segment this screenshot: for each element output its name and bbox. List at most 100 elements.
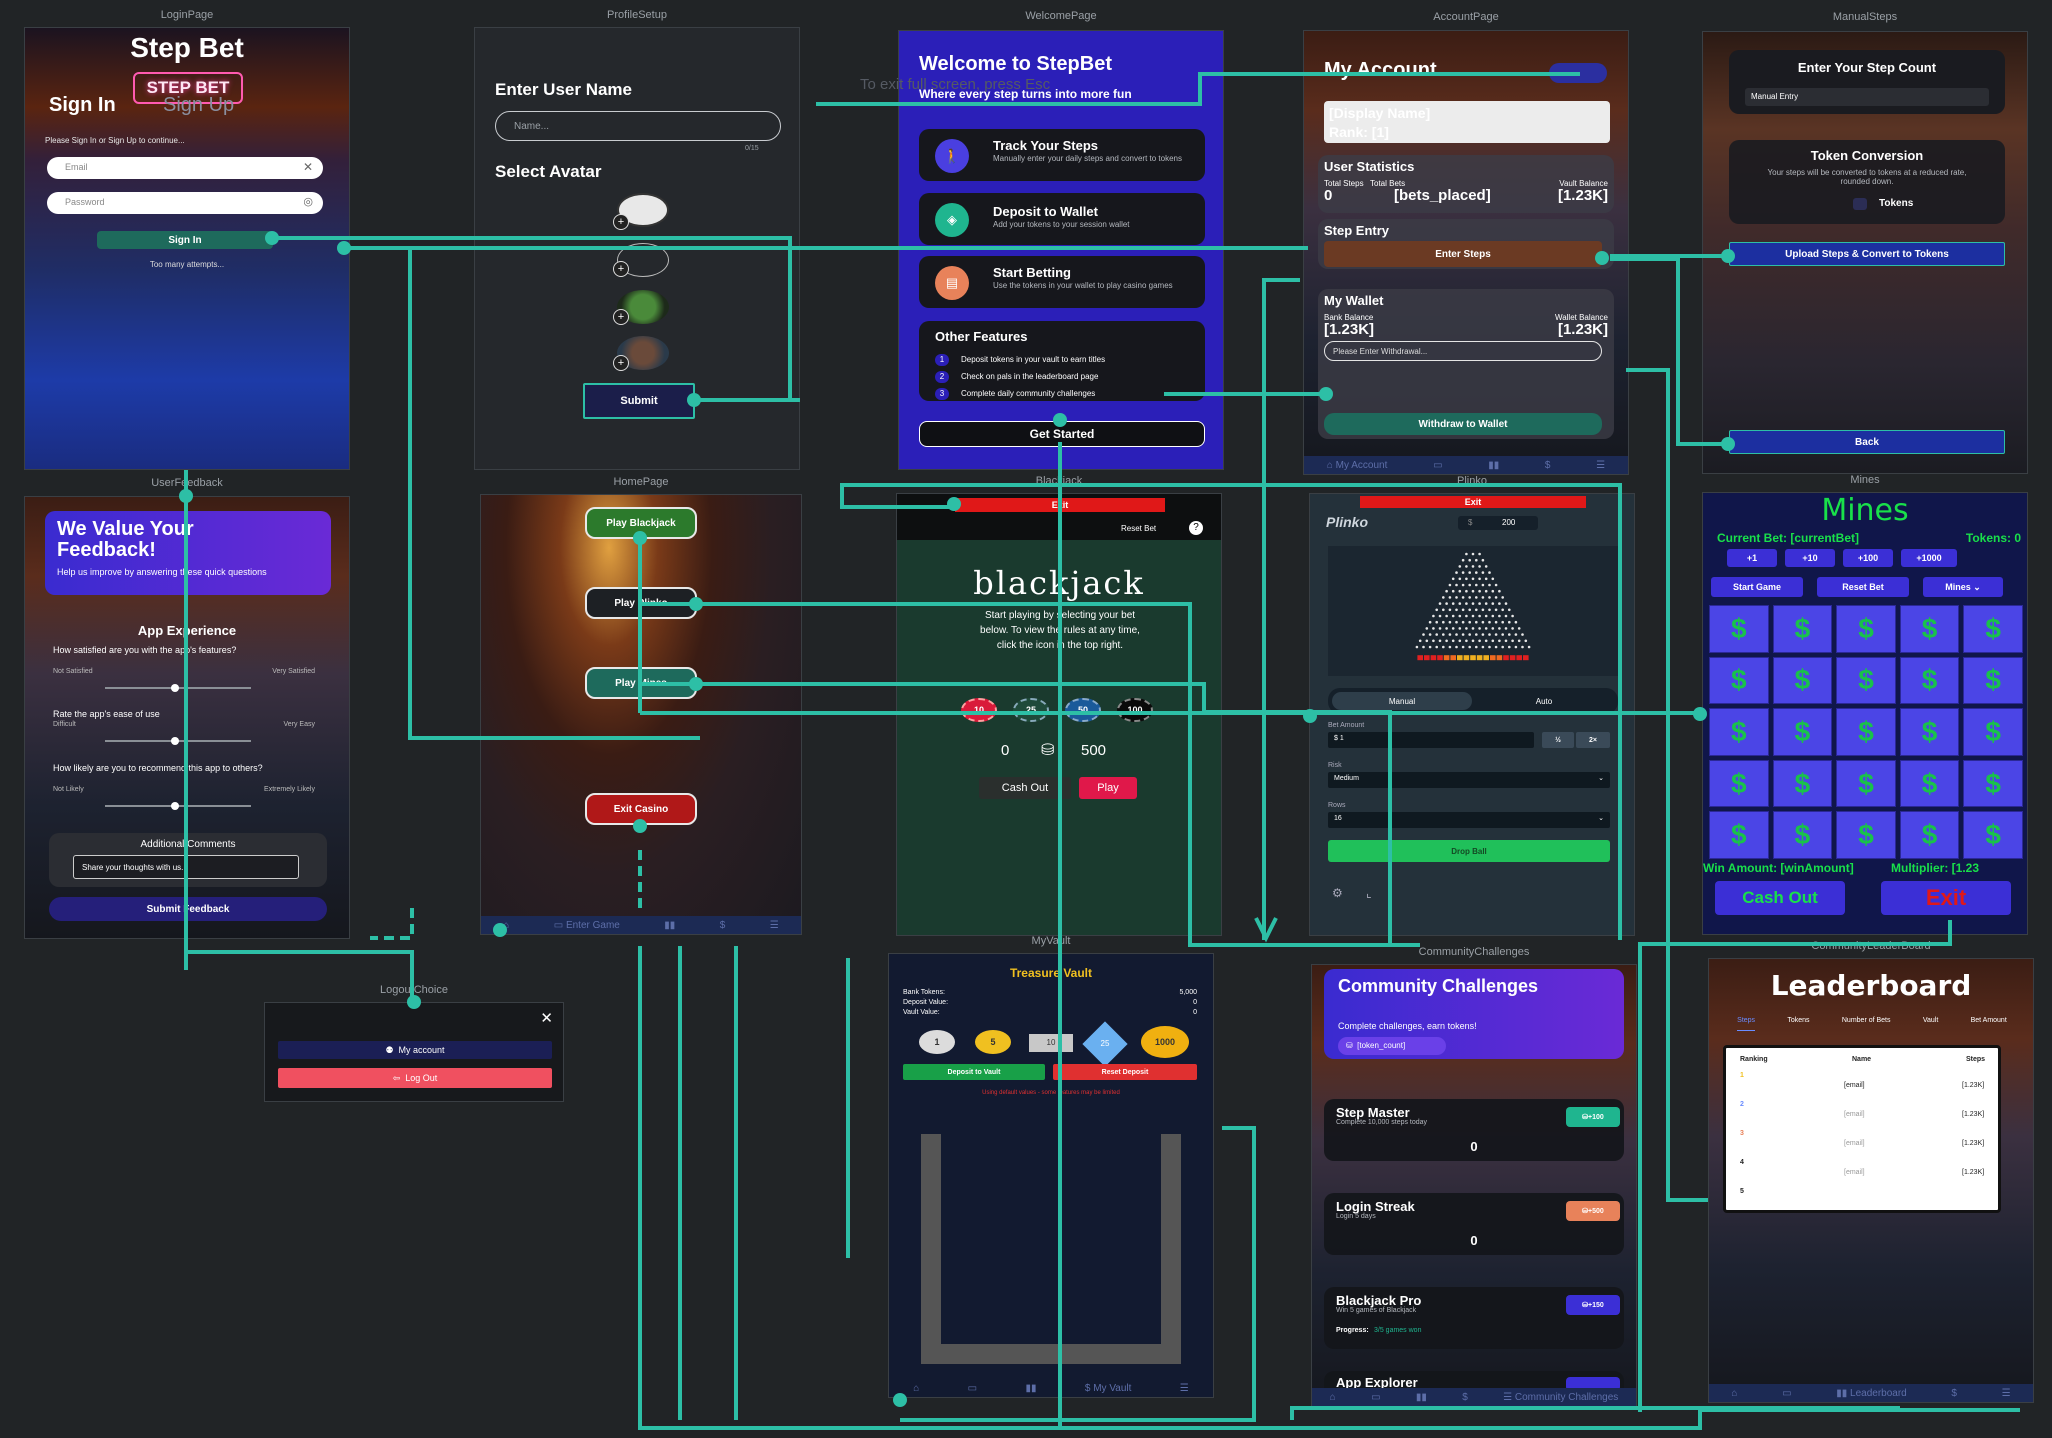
chip-100[interactable]: 100: [1117, 698, 1153, 722]
get-started-button[interactable]: Get Started: [919, 421, 1205, 447]
reset-bet-button[interactable]: Reset Bet: [1121, 524, 1156, 533]
games-icon[interactable]: ▭: [1371, 1392, 1380, 1403]
add-icon[interactable]: +: [613, 214, 629, 230]
reward-badge[interactable]: ⛁ +500: [1566, 1201, 1620, 1221]
eye-off-icon[interactable]: ◎: [303, 195, 313, 208]
comments-input[interactable]: Share your thoughts with us...: [73, 855, 299, 879]
play-mines-button[interactable]: Play Mines: [585, 667, 697, 699]
menu-icon[interactable]: ☰: [770, 920, 779, 931]
mine-cell[interactable]: $: [1963, 656, 2023, 705]
mine-cell[interactable]: $: [1709, 708, 1769, 756]
manual-entry-input[interactable]: Manual Entry: [1745, 88, 1989, 106]
email-field[interactable]: Email ✕: [47, 157, 323, 179]
mine-cell[interactable]: $: [1899, 759, 1960, 808]
menu-icon[interactable]: ☰: [1596, 460, 1605, 471]
mine-cell[interactable]: $: [1963, 605, 2023, 653]
exit-button[interactable]: Exit: [1360, 496, 1586, 508]
increment-100-button[interactable]: +100: [1843, 549, 1893, 567]
mine-cell[interactable]: $: [1772, 605, 1833, 653]
tab-steps[interactable]: Steps: [1737, 1017, 1756, 1031]
menu-icon[interactable]: ☰: [2002, 1388, 2011, 1399]
satisfaction-slider[interactable]: [105, 684, 251, 692]
my-account-button[interactable]: ⚉ My account: [278, 1041, 552, 1059]
home-icon[interactable]: ⌂: [503, 920, 509, 931]
mines-select[interactable]: Mines ⌄: [1923, 577, 2003, 597]
close-icon[interactable]: ✕: [540, 1009, 553, 1027]
tab-number-of-bets[interactable]: Number of Bets: [1842, 1017, 1891, 1031]
mine-cell[interactable]: $: [1899, 605, 1960, 653]
vault-icon[interactable]: $ My Vault: [1085, 1383, 1132, 1394]
home-icon[interactable]: ⌂ My Account: [1327, 460, 1388, 471]
mine-cell[interactable]: $: [1772, 759, 1833, 808]
menu-icon[interactable]: ☰ Community Challenges: [1503, 1392, 1618, 1403]
mine-cell[interactable]: $: [1963, 759, 2023, 808]
rows-select[interactable]: 16 ⌄: [1328, 812, 1610, 828]
menu-icon[interactable]: ☰: [1180, 1383, 1189, 1394]
coin-1000[interactable]: 1000: [1141, 1026, 1189, 1058]
mine-cell[interactable]: $: [1709, 605, 1769, 653]
home-icon[interactable]: ⌂: [1731, 1388, 1737, 1399]
vault-icon[interactable]: $: [720, 920, 726, 931]
mine-cell[interactable]: $: [1836, 759, 1896, 808]
chip-10[interactable]: 10: [961, 698, 997, 722]
games-icon[interactable]: ▭: [1433, 460, 1442, 471]
increment-10-button[interactable]: +10: [1785, 549, 1835, 567]
home-icon[interactable]: ⌂: [1330, 1392, 1336, 1403]
games-icon[interactable]: ▭: [1782, 1388, 1791, 1399]
submit-feedback-button[interactable]: Submit Feedback: [49, 897, 327, 921]
chip-25[interactable]: 25: [1013, 698, 1049, 722]
tab-bet-amount[interactable]: Bet Amount: [1971, 1017, 2007, 1031]
mine-cell[interactable]: $: [1772, 811, 1833, 859]
mine-cell[interactable]: $: [1772, 656, 1833, 705]
half-bet-button[interactable]: ½: [1542, 732, 1574, 748]
recommend-slider[interactable]: [105, 802, 251, 810]
tab-vault[interactable]: Vault: [1923, 1017, 1938, 1031]
chart-icon[interactable]: ⌞: [1366, 886, 1372, 900]
enter-steps-button[interactable]: Enter Steps: [1324, 241, 1602, 267]
back-button[interactable]: Back: [1729, 430, 2005, 454]
double-bet-button[interactable]: 2×: [1576, 732, 1610, 748]
mine-cell[interactable]: $: [1836, 656, 1896, 705]
settings-icon[interactable]: ⚙: [1332, 886, 1343, 900]
coin-5[interactable]: 5: [975, 1030, 1011, 1054]
start-game-button[interactable]: Start Game: [1711, 577, 1803, 597]
mine-cell[interactable]: $: [1709, 811, 1769, 859]
exit-casino-button[interactable]: Exit Casino: [585, 793, 697, 825]
reward-badge[interactable]: ⛁ +100: [1566, 1107, 1620, 1127]
chip-50[interactable]: 50: [1065, 698, 1101, 722]
cash-out-button[interactable]: Cash Out: [979, 777, 1071, 799]
add-icon[interactable]: +: [613, 355, 629, 371]
vault-icon[interactable]: $: [1545, 460, 1551, 471]
cash-out-button[interactable]: Cash Out: [1715, 881, 1845, 915]
account-toggle[interactable]: [1549, 63, 1607, 83]
coin-10[interactable]: 10: [1029, 1034, 1073, 1052]
mine-cell[interactable]: $: [1772, 708, 1833, 756]
vault-icon[interactable]: $: [1462, 1392, 1468, 1403]
bet-amount-input[interactable]: $ 1: [1328, 732, 1534, 748]
risk-select[interactable]: Medium ⌄: [1328, 772, 1610, 788]
tab-sign-in[interactable]: Sign In: [49, 94, 116, 117]
reset-deposit-button[interactable]: Reset Deposit: [1053, 1064, 1197, 1080]
increment-1-button[interactable]: +1: [1727, 549, 1777, 567]
coin-1[interactable]: 1: [919, 1030, 955, 1054]
password-field[interactable]: Password ◎: [47, 192, 323, 214]
games-icon[interactable]: ▭ Enter Game: [554, 920, 620, 931]
ease-slider[interactable]: [105, 737, 251, 745]
mine-cell[interactable]: $: [1963, 811, 2023, 859]
reward-badge[interactable]: ⛁ +150: [1566, 1295, 1620, 1315]
play-plinko-button[interactable]: Play Plinko: [585, 587, 697, 619]
mine-cell[interactable]: $: [1899, 708, 1960, 756]
drop-ball-button[interactable]: Drop Ball: [1328, 840, 1610, 862]
tab-tokens[interactable]: Tokens: [1787, 1017, 1809, 1031]
exit-button[interactable]: Exit: [1881, 881, 2011, 915]
username-input[interactable]: Name...: [495, 111, 781, 141]
exit-button[interactable]: Exit: [955, 498, 1165, 512]
leaderboard-icon[interactable]: ▮▮: [1488, 460, 1499, 471]
leaderboard-icon[interactable]: ▮▮: [664, 920, 675, 931]
mine-cell[interactable]: $: [1836, 811, 1896, 859]
coin-25[interactable]: 25: [1082, 1021, 1128, 1067]
help-icon[interactable]: ?: [1189, 521, 1203, 535]
mine-cell[interactable]: $: [1899, 656, 1960, 705]
clear-icon[interactable]: ✕: [303, 160, 313, 174]
home-icon[interactable]: ⌂: [913, 1383, 919, 1394]
